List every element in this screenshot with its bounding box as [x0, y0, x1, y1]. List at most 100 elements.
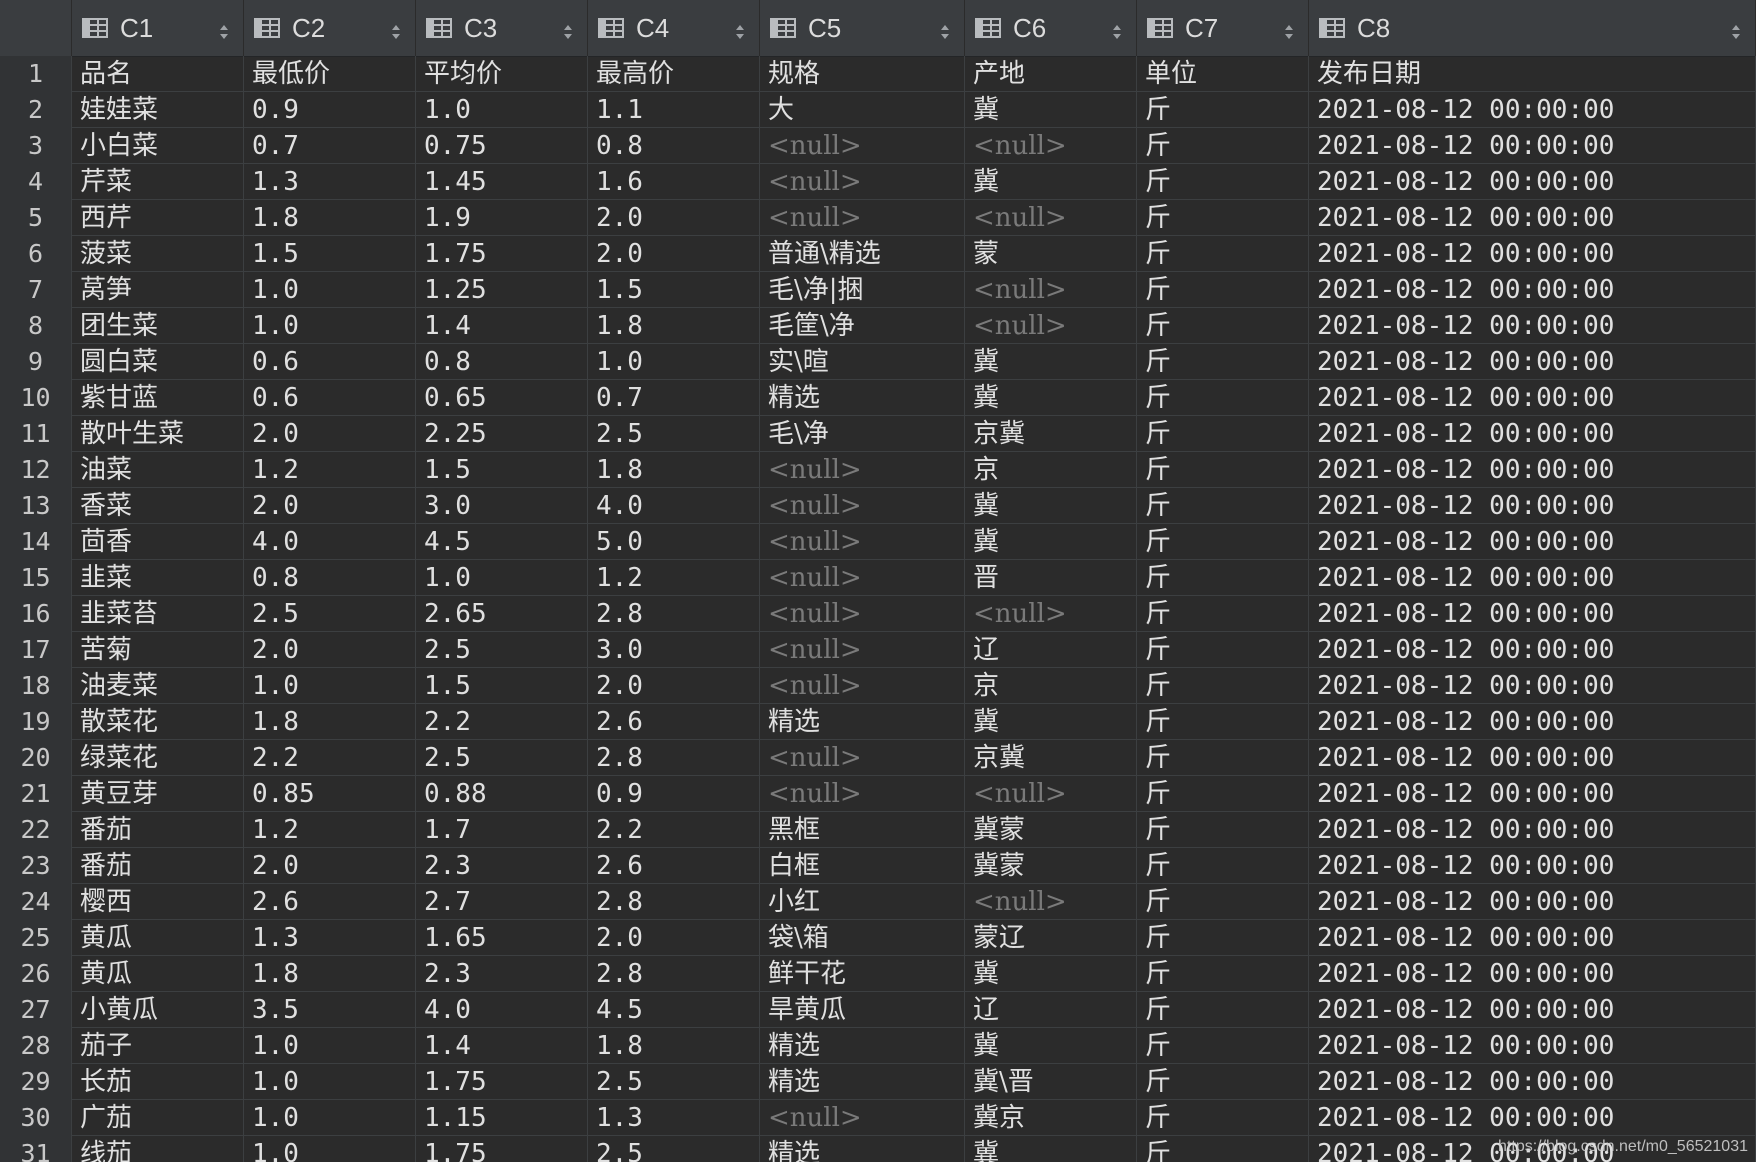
table-cell-c1[interactable]: 圆白菜 [72, 344, 244, 380]
table-cell-c7[interactable]: 斤 [1137, 164, 1309, 200]
row-number[interactable]: 24 [0, 884, 72, 920]
table-cell-c6[interactable]: 冀京 [965, 1100, 1137, 1136]
table-cell-c1[interactable]: 广茄 [72, 1100, 244, 1136]
table-cell-c7[interactable]: 斤 [1137, 452, 1309, 488]
table-cell-c1[interactable]: 小黄瓜 [72, 992, 244, 1028]
table-cell-c2[interactable]: 0.7 [244, 128, 416, 164]
table-cell-c4[interactable]: 2.8 [588, 740, 760, 776]
table-cell-c8[interactable]: 2021-08-12 00:00:00 [1309, 1064, 1756, 1100]
table-cell-c7[interactable]: 斤 [1137, 848, 1309, 884]
table-cell-c5[interactable]: 精选 [760, 704, 965, 740]
row-number[interactable]: 8 [0, 308, 72, 344]
table-cell-c1[interactable]: 番茄 [72, 848, 244, 884]
table-cell-c2[interactable]: 0.8 [244, 560, 416, 596]
table-cell-c6[interactable]: 京冀 [965, 740, 1137, 776]
table-row[interactable]: 29 长茄 1.0 1.75 2.5 精选 冀\晋斤 2021-08-12 00:00:00 [0, 1064, 1756, 1100]
row-number[interactable]: 19 [0, 704, 72, 740]
table-cell-c3[interactable]: 0.88 [416, 776, 588, 812]
table-cell-c2[interactable]: 1.8 [244, 200, 416, 236]
table-cell-c3[interactable]: 1.65 [416, 920, 588, 956]
table-row[interactable]: 2 娃娃菜 0.9 1.0 1.1 大冀斤 2021-08-12 00:00:00 [0, 92, 1756, 128]
table-row[interactable]: 26 黄瓜 1.8 2.3 2.8 鲜干花冀斤 2021-08-12 00:00:00 [0, 956, 1756, 992]
table-cell-c2[interactable]: 0.6 [244, 344, 416, 380]
table-cell-c4[interactable]: 1.8 [588, 1028, 760, 1064]
table-cell-c2[interactable]: 2.2 [244, 740, 416, 776]
table-cell-c6[interactable]: <null> [965, 200, 1137, 236]
table-cell-c2[interactable]: 1.0 [244, 272, 416, 308]
row-number[interactable]: 31 [0, 1136, 72, 1162]
table-cell-c3[interactable]: 1.75 [416, 236, 588, 272]
table-row[interactable]: 9 圆白菜 0.6 0.8 1.0 实\暄冀斤 2021-08-12 00:00:00 [0, 344, 1756, 380]
table-cell-c3[interactable]: 2.3 [416, 848, 588, 884]
table-cell-c5[interactable]: <null> [760, 128, 965, 164]
table-cell-c4[interactable]: 2.5 [588, 416, 760, 452]
table-cell-c7[interactable]: 斤 [1137, 560, 1309, 596]
table-cell-c3[interactable]: 1.25 [416, 272, 588, 308]
table-cell-c3[interactable]: 0.8 [416, 344, 588, 380]
row-number[interactable]: 21 [0, 776, 72, 812]
table-cell-c4[interactable]: 2.5 [588, 1136, 760, 1162]
table-cell-c7[interactable]: 斤 [1137, 524, 1309, 560]
table-cell-c8[interactable]: 2021-08-12 00:00:00 [1309, 272, 1756, 308]
table-cell-c1[interactable]: 番茄 [72, 812, 244, 848]
table-cell-c7[interactable]: 斤 [1137, 416, 1309, 452]
table-cell-c2[interactable]: 2.0 [244, 632, 416, 668]
table-cell-c6[interactable]: 辽 [965, 632, 1137, 668]
row-number[interactable]: 28 [0, 1028, 72, 1064]
table-cell-c1[interactable]: 黄豆芽 [72, 776, 244, 812]
table-cell-c8[interactable]: 2021-08-12 00:00:00 [1309, 560, 1756, 596]
sort-arrows-icon[interactable] [735, 18, 745, 39]
table-cell-c6[interactable]: 晋 [965, 560, 1137, 596]
table-cell-c7[interactable]: 斤 [1137, 596, 1309, 632]
table-cell-c1[interactable]: 茄子 [72, 1028, 244, 1064]
table-cell-c2[interactable]: 4.0 [244, 524, 416, 560]
table-cell-c4[interactable]: 4.0 [588, 488, 760, 524]
table-row[interactable]: 3 小白菜 0.7 0.75 0.8 <null> <null> 斤 2021-08-12 00… [0, 128, 1756, 164]
table-cell-c6[interactable]: <null> [965, 884, 1137, 920]
table-cell-c5[interactable]: <null> [760, 632, 965, 668]
row-number[interactable]: 12 [0, 452, 72, 488]
table-cell-c5[interactable]: 精选 [760, 1064, 965, 1100]
sort-arrows-icon[interactable] [219, 18, 229, 39]
row-number[interactable]: 26 [0, 956, 72, 992]
table-cell-c5[interactable]: 旱黄瓜 [760, 992, 965, 1028]
sort-arrows-icon[interactable] [940, 18, 950, 39]
table-cell-c6[interactable]: 冀 [965, 956, 1137, 992]
table-cell-c4[interactable]: 1.3 [588, 1100, 760, 1136]
table-row[interactable]: 19 散菜花 1.8 2.2 2.6 精选冀斤 2021-08-12 00:00:00 [0, 704, 1756, 740]
table-cell-c3[interactable]: 0.75 [416, 128, 588, 164]
table-cell-c8[interactable]: 2021-08-12 00:00:00 [1309, 596, 1756, 632]
row-number[interactable]: 17 [0, 632, 72, 668]
table-cell-c3[interactable]: 4.0 [416, 992, 588, 1028]
table-cell-c6[interactable]: 冀 [965, 1028, 1137, 1064]
table-row[interactable]: 25 黄瓜 1.3 1.65 2.0 袋\箱 蒙辽斤 2021-08-12 00:00:00 [0, 920, 1756, 956]
row-number[interactable]: 5 [0, 200, 72, 236]
table-cell-c2[interactable]: 最低价 [244, 56, 416, 92]
table-cell-c6[interactable]: 冀 [965, 488, 1137, 524]
table-cell-c7[interactable]: 单位 [1137, 56, 1309, 92]
table-row[interactable]: 15 韭菜 0.8 1.0 1.2 <null> 晋斤 2021-08-12 00:00:00 [0, 560, 1756, 596]
table-cell-c4[interactable]: 2.0 [588, 236, 760, 272]
table-cell-c6[interactable]: <null> [965, 272, 1137, 308]
grid-body[interactable]: 1 品名 最低价 平均价 最高价 规格 产地 单位 发布日期 2 娃娃菜 0.9 1.0 1.1 大冀斤 20… [0, 56, 1756, 1162]
table-cell-c8[interactable]: 2021-08-12 00:00:00 [1309, 992, 1756, 1028]
table-cell-c6[interactable]: 京冀 [965, 416, 1137, 452]
table-cell-c5[interactable]: 精选 [760, 1028, 965, 1064]
column-header-c3[interactable]: C3 [416, 0, 588, 56]
row-number[interactable]: 16 [0, 596, 72, 632]
table-cell-c1[interactable]: 小白菜 [72, 128, 244, 164]
table-cell-c5[interactable]: 精选 [760, 380, 965, 416]
table-cell-c1[interactable]: 长茄 [72, 1064, 244, 1100]
table-cell-c7[interactable]: 斤 [1137, 236, 1309, 272]
row-number[interactable]: 25 [0, 920, 72, 956]
table-cell-c4[interactable]: 0.7 [588, 380, 760, 416]
table-cell-c5[interactable]: 白框 [760, 848, 965, 884]
table-cell-c4[interactable]: 2.5 [588, 1064, 760, 1100]
table-cell-c2[interactable]: 1.8 [244, 956, 416, 992]
table-cell-c4[interactable]: 1.8 [588, 452, 760, 488]
table-cell-c6[interactable]: 冀蒙 [965, 812, 1137, 848]
table-cell-c5[interactable]: 规格 [760, 56, 965, 92]
table-cell-c1[interactable]: 黄瓜 [72, 956, 244, 992]
table-cell-c3[interactable]: 3.0 [416, 488, 588, 524]
table-cell-c1[interactable]: 樱西 [72, 884, 244, 920]
